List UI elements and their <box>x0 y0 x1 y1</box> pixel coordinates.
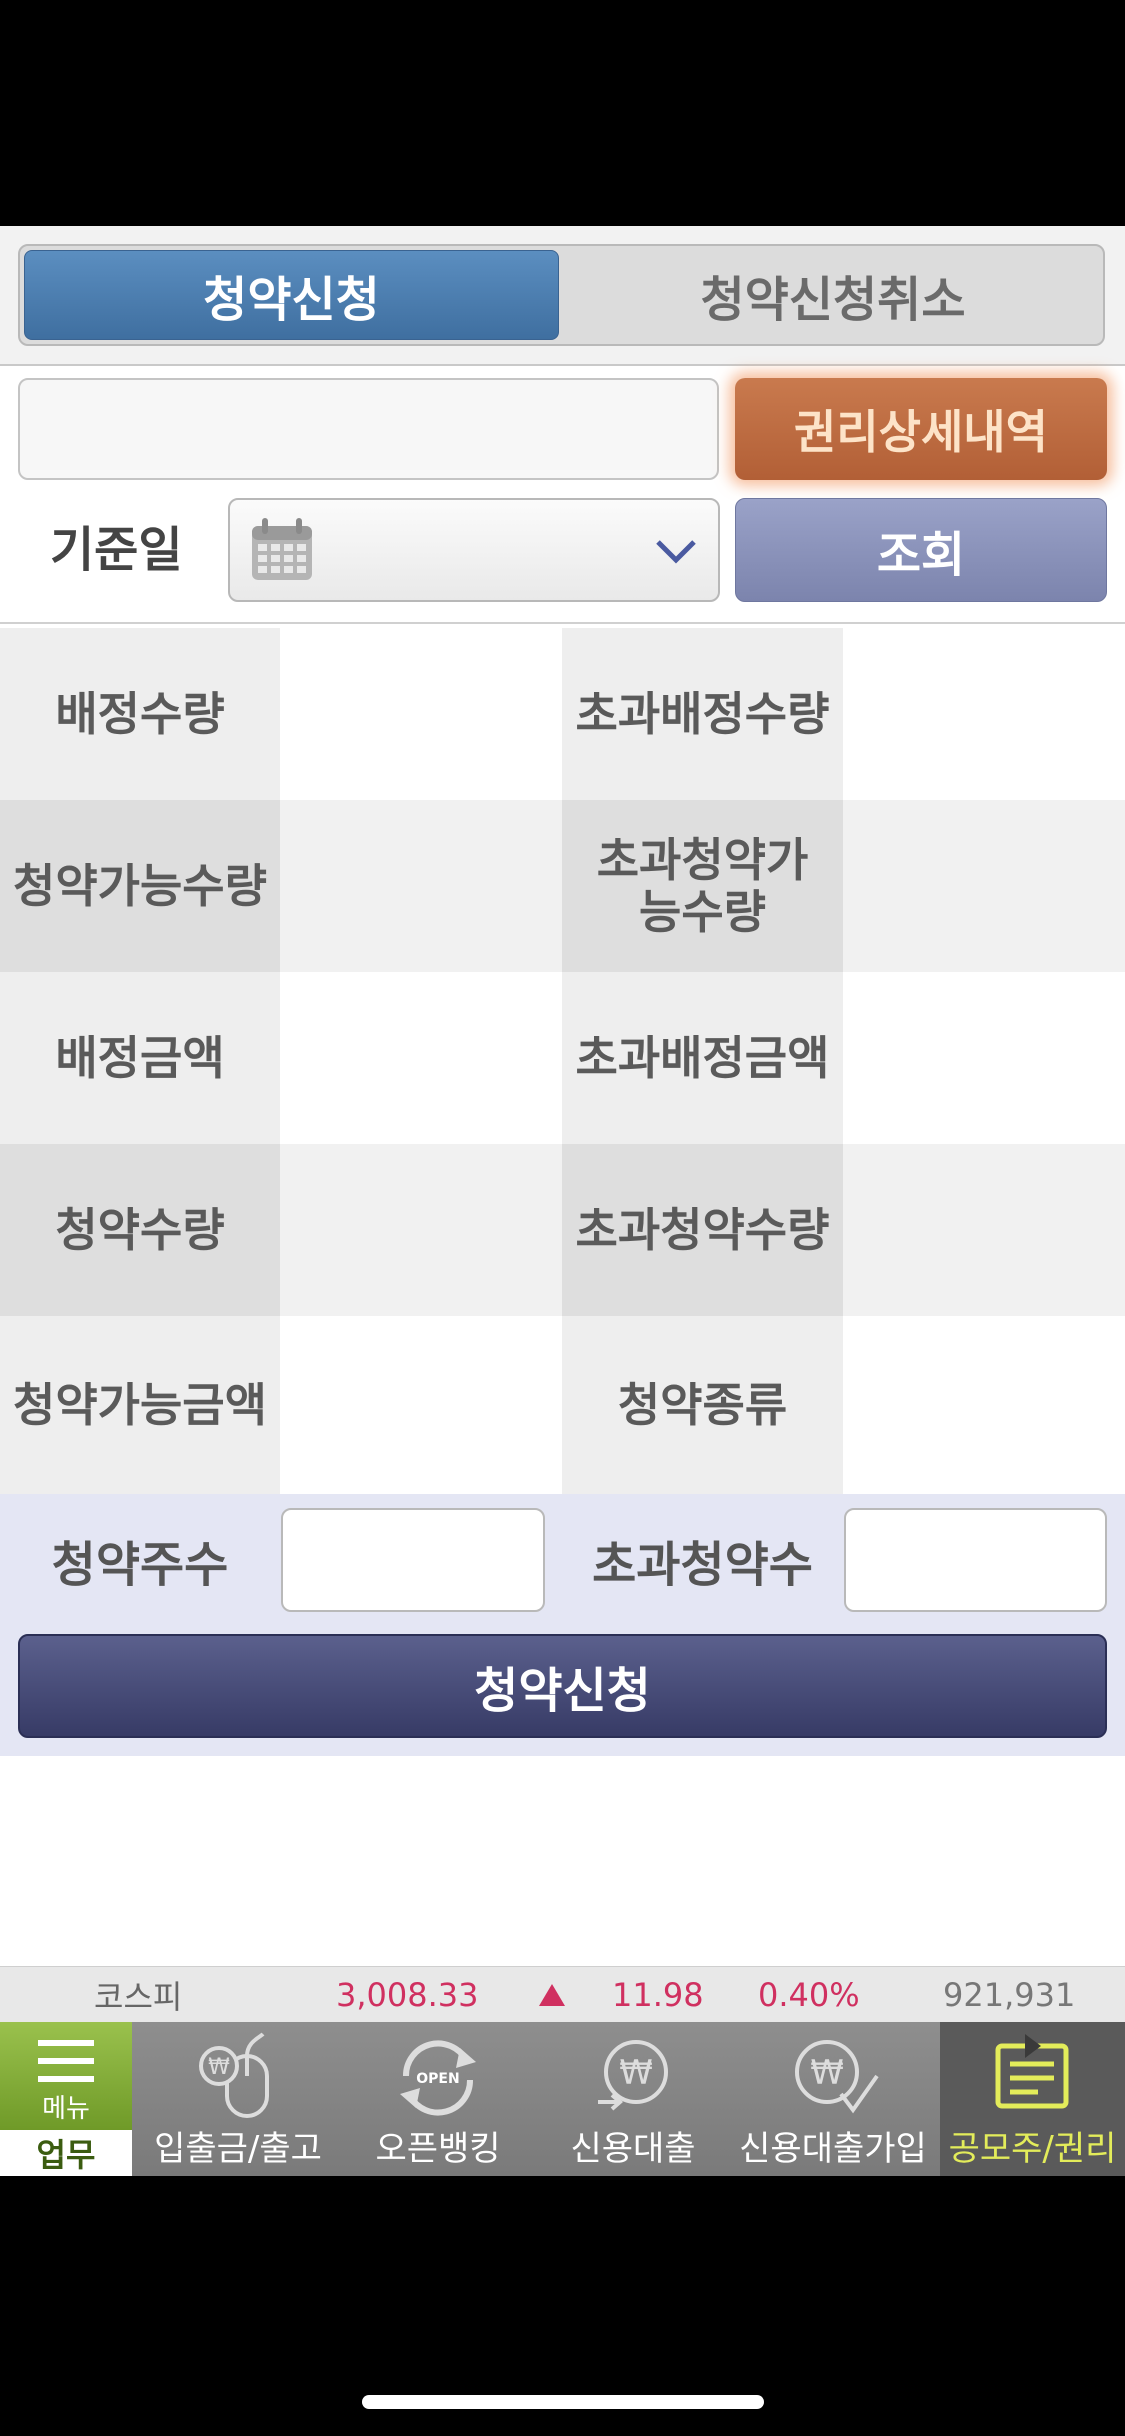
svg-text:₩: ₩ <box>810 2053 844 2093</box>
grid-label: 배정수량 <box>0 628 280 800</box>
date-select[interactable] <box>228 498 720 602</box>
nav-credit-loan-signup[interactable]: ₩ 신용대출가입 <box>728 2022 938 2176</box>
grid-label: 초과청약수량 <box>562 1144 843 1316</box>
grid-label: 초과청약가능수량 <box>562 800 843 972</box>
grid-label: 초과배정수량 <box>562 628 843 800</box>
nav-credit-loan[interactable]: ₩ 신용대출 <box>538 2022 728 2176</box>
menu-button[interactable]: 메뉴 업무 <box>0 2022 132 2176</box>
ticker-volume: 921,931 <box>943 1976 1076 2014</box>
grid-row: 배정금액 초과배정금액 <box>0 972 1125 1144</box>
grid-row: 청약수량 초과청약수량 <box>0 1144 1125 1316</box>
bottom-nav: 메뉴 업무 ₩ 입출금/출고 OPEN 오픈뱅킹 ₩ 신용대출 ₩ 신용대출가입… <box>0 2022 1125 2176</box>
open-badge: OPEN <box>416 2071 459 2087</box>
shares-input[interactable] <box>281 1508 545 1612</box>
open-banking-icon: OPEN <box>400 2040 476 2116</box>
ticker-value: 3,008.33 <box>336 1976 479 2014</box>
nav-label: 오픈뱅킹 <box>375 2129 501 2169</box>
ticker-percent: 0.40% <box>758 1976 860 2014</box>
mouse-won-icon: ₩ <box>199 2032 269 2118</box>
nav-deposit-withdraw[interactable]: ₩ 입출금/출고 <box>138 2022 338 2176</box>
excess-input[interactable] <box>844 1508 1107 1612</box>
menu-label: 메뉴 <box>42 2094 90 2124</box>
grid-row: 청약가능수량 초과청약가능수량 <box>0 800 1125 972</box>
tab-bar: 청약신청 청약신청취소 <box>0 226 1125 366</box>
grid-value <box>280 972 562 1144</box>
app-screen: 청약신청 청약신청취소 권리상세내역 기준일 조회 배정수량 초과배정수량 청약… <box>0 226 1125 2176</box>
excess-label: 초과청약수 <box>592 1537 813 1593</box>
svg-text:₩: ₩ <box>619 2053 653 2093</box>
shares-label: 청약주수 <box>51 1537 229 1593</box>
scroll-right-icon[interactable] <box>1023 2032 1043 2060</box>
grid-value <box>280 1144 562 1316</box>
grid-label: 청약수량 <box>0 1144 280 1316</box>
submit-button[interactable]: 청약신청 <box>18 1634 1107 1738</box>
won-check-icon: ₩ <box>795 2040 879 2114</box>
info-grid: 배정수량 초과배정수량 청약가능수량 초과청약가능수량 배정금액 초과배정금액 … <box>0 628 1125 1494</box>
grid-label: 초과배정금액 <box>562 972 843 1144</box>
grid-value <box>843 800 1125 972</box>
nav-label: 입출금/출고 <box>154 2129 322 2169</box>
stock-code-input[interactable] <box>18 378 719 480</box>
grid-value <box>843 628 1125 800</box>
grid-label: 배정금액 <box>0 972 280 1144</box>
hamburger-icon <box>38 2040 94 2082</box>
grid-value <box>280 800 562 972</box>
home-indicator[interactable] <box>362 2395 764 2409</box>
nav-ipo-rights[interactable]: 공모주/권리 <box>940 2022 1125 2176</box>
grid-label: 청약가능금액 <box>0 1316 280 1494</box>
tab-apply[interactable]: 청약신청 <box>24 250 559 340</box>
grid-value <box>280 1316 562 1494</box>
grid-value <box>280 628 562 800</box>
grid-value <box>843 972 1125 1144</box>
grid-label-text: 초과청약가능수량 <box>596 833 809 939</box>
grid-value <box>843 1316 1125 1494</box>
date-label: 기준일 <box>50 522 183 578</box>
ticker-index: 코스피 <box>94 1978 183 2016</box>
market-ticker: 코스피 3,008.33 11.98 0.40% 921,931 <box>0 1966 1125 2023</box>
menu-top: 메뉴 <box>0 2022 132 2130</box>
tab-cancel[interactable]: 청약신청취소 <box>565 250 1101 340</box>
svg-text:₩: ₩ <box>208 2055 230 2080</box>
divider <box>0 622 1125 624</box>
calendar-icon <box>252 518 312 580</box>
work-label: 업무 <box>0 2130 132 2176</box>
nav-open-banking[interactable]: OPEN 오픈뱅킹 <box>338 2022 538 2176</box>
won-arrow-icon: ₩ <box>598 2040 668 2111</box>
grid-label: 청약종류 <box>562 1316 843 1494</box>
grid-row: 청약가능금액 청약종류 <box>0 1316 1125 1494</box>
nav-label: 신용대출 <box>570 2129 696 2169</box>
tab-group: 청약신청 청약신청취소 <box>18 244 1105 346</box>
grid-label: 청약가능수량 <box>0 800 280 972</box>
rights-detail-button[interactable]: 권리상세내역 <box>735 378 1107 480</box>
search-button[interactable]: 조회 <box>735 498 1107 602</box>
nav-label: 공모주/권리 <box>948 2129 1117 2169</box>
grid-row: 배정수량 초과배정수량 <box>0 628 1125 800</box>
order-panel: 청약주수 초과청약수 청약신청 <box>0 1494 1125 1756</box>
grid-value <box>843 1144 1125 1316</box>
nav-label: 신용대출가입 <box>739 2129 927 2169</box>
ticker-change: 11.98 <box>612 1976 704 2014</box>
chevron-down-icon <box>656 540 696 564</box>
triangle-up-icon <box>538 1967 566 2023</box>
